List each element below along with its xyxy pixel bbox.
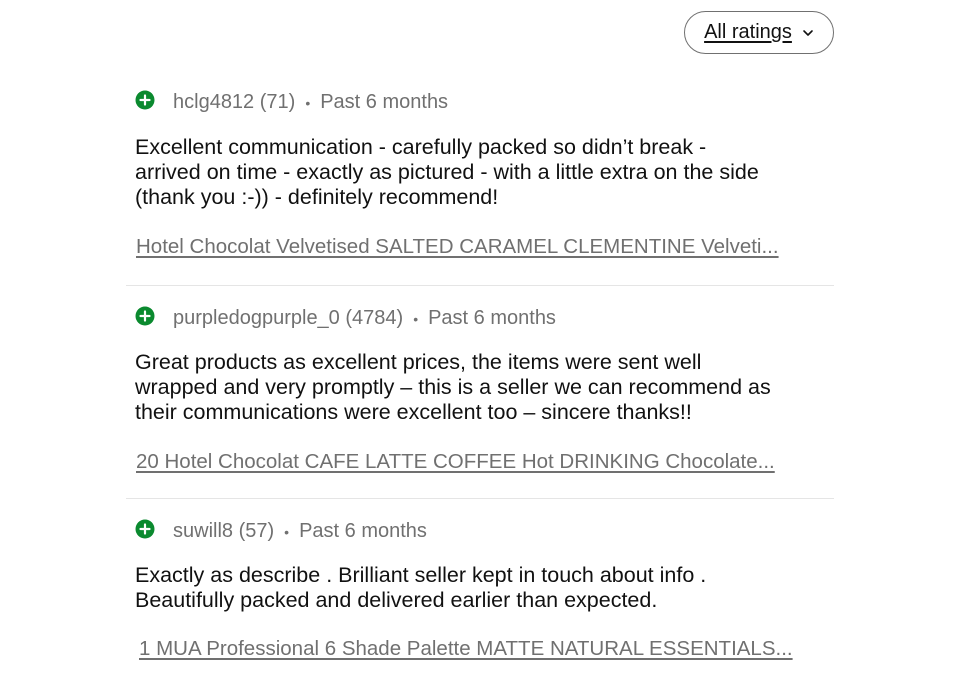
review-time: Past 6 months	[299, 520, 427, 542]
feedback-meta: hclg4812 (71) • Past 6 months	[135, 90, 449, 114]
review-comment: Exactly as describe . Brilliant seller k…	[135, 563, 707, 612]
all-ratings-dropdown[interactable]: All ratings	[684, 11, 834, 54]
feedback-list: hclg4812 (71) • Past 6 months Excellent …	[126, 82, 834, 678]
feedback-meta: suwill8 (57) • Past 6 months	[135, 519, 427, 543]
review-time: Past 6 months	[320, 91, 449, 113]
feedback-item: suwill8 (57) • Past 6 months Exactly as …	[126, 498, 834, 678]
separator-dot: •	[284, 523, 290, 540]
review-comment: Excellent communication - carefully pack…	[135, 135, 759, 209]
reviewer-name: hclg4812 (71)	[173, 91, 296, 113]
review-time: Past 6 months	[428, 307, 556, 329]
item-link[interactable]: 1 MUA Professional 6 Shade Palette MATTE…	[139, 637, 793, 661]
item-link[interactable]: Hotel Chocolat Velvetised SALTED CARAMEL…	[136, 235, 779, 259]
positive-plus-icon	[135, 519, 155, 538]
review-comment: Great products as excellent prices, the …	[135, 350, 771, 424]
feedback-item: hclg4812 (71) • Past 6 months Excellent …	[126, 82, 834, 285]
separator-dot: •	[413, 310, 419, 327]
chevron-down-icon	[803, 29, 813, 36]
rating-filter: All ratings	[684, 11, 834, 54]
item-link[interactable]: 20 Hotel Chocolat CAFE LATTE COFFEE Hot …	[136, 450, 775, 474]
positive-plus-icon	[135, 90, 155, 109]
positive-plus-icon	[135, 306, 155, 325]
reviewer-name: purpledogpurple_0 (4784)	[173, 307, 404, 329]
separator-dot: •	[305, 94, 311, 111]
feedback-meta: purpledogpurple_0 (4784) • Past 6 months	[135, 306, 556, 330]
all-ratings-label: All ratings	[704, 21, 792, 43]
feedback-item: purpledogpurple_0 (4784) • Past 6 months…	[126, 285, 834, 498]
reviewer-name: suwill8 (57)	[173, 520, 275, 542]
